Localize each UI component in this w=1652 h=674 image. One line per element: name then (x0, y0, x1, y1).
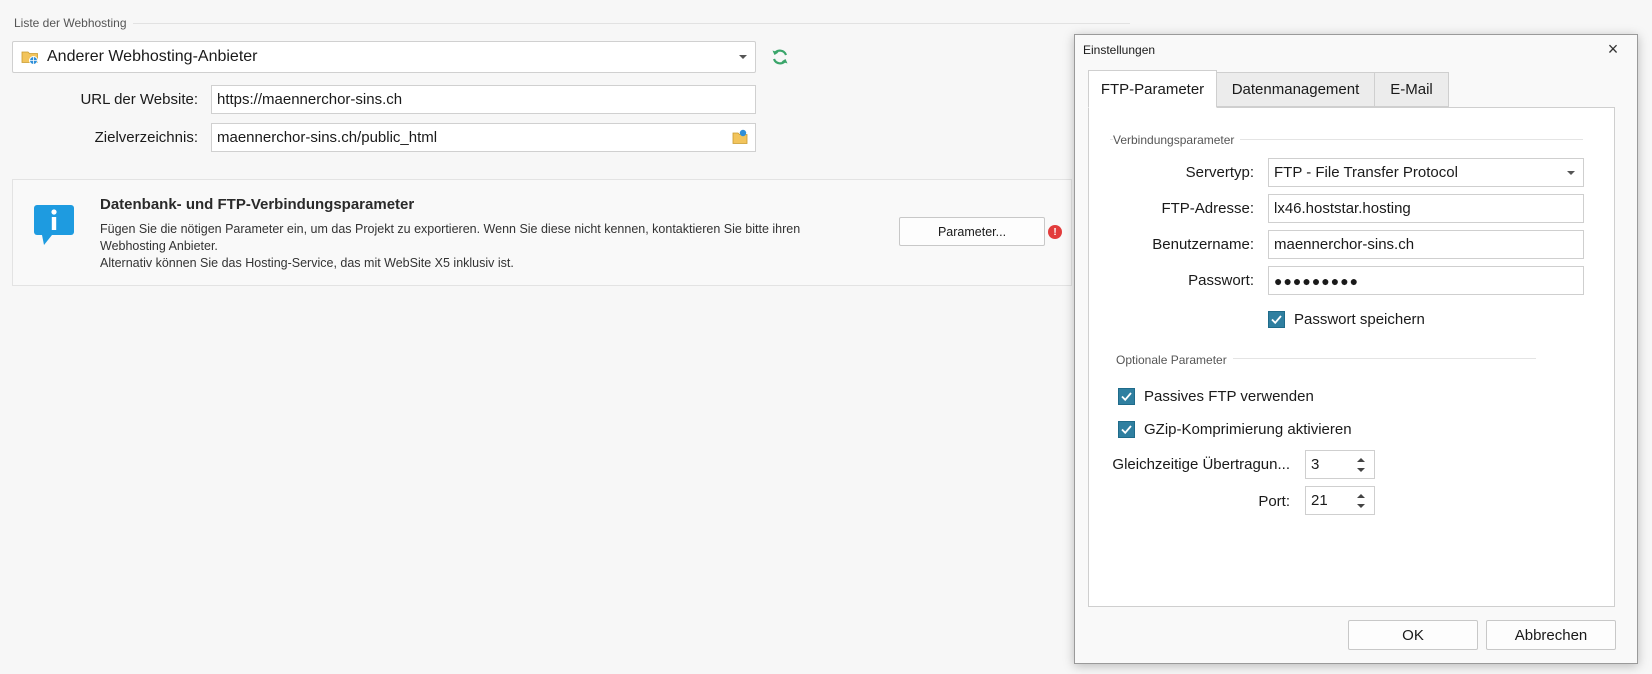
stepper-up-icon[interactable] (1357, 494, 1365, 498)
server-type-select[interactable]: FTP - File Transfer Protocol (1268, 158, 1584, 187)
password-label: Passwort: (1188, 272, 1254, 289)
group-divider (130, 23, 1130, 24)
hosting-provider-select[interactable]: Anderer Webhosting-Anbieter (12, 41, 756, 73)
ok-button[interactable]: OK (1348, 620, 1478, 650)
hosting-provider-value: Anderer Webhosting-Anbieter (47, 48, 258, 65)
info-line: Alternativ können Sie das Hosting-Servic… (100, 256, 514, 270)
chevron-down-icon (739, 55, 747, 59)
chevron-down-icon (1567, 171, 1575, 175)
ftp-address-input[interactable]: lx46.hoststar.hosting (1268, 194, 1584, 223)
target-dir-value: maennerchor-sins.ch/public_html (217, 129, 438, 146)
tab-ftp-parameter[interactable]: FTP-Parameter (1088, 70, 1217, 108)
hosting-list-title: Liste der Webhosting (14, 16, 133, 30)
info-icon (32, 203, 78, 247)
passive-ftp-checkbox[interactable] (1118, 388, 1135, 405)
simultaneous-label: Gleichzeitige Übertragun... (1112, 456, 1290, 473)
simultaneous-stepper[interactable]: 3 (1305, 450, 1375, 479)
username-input[interactable]: maennerchor-sins.ch (1268, 230, 1584, 259)
folder-web-icon (21, 48, 39, 66)
parameters-button[interactable]: Parameter... (899, 217, 1045, 246)
tab-datenmanagement[interactable]: Datenmanagement (1216, 72, 1375, 107)
tab-email[interactable]: E-Mail (1374, 72, 1449, 107)
info-title: Datenbank- und FTP-Verbindungsparameter (100, 196, 415, 213)
info-line: Fügen Sie die nötigen Parameter ein, um … (100, 222, 801, 236)
connection-section-title: Verbindungsparameter (1113, 133, 1241, 147)
url-label: URL der Website: (80, 91, 198, 108)
close-icon[interactable]: × (1604, 40, 1622, 58)
gzip-label[interactable]: GZip-Komprimierung aktivieren (1144, 421, 1352, 438)
ftp-address-label: FTP-Adresse: (1161, 200, 1254, 217)
passive-ftp-label[interactable]: Passives FTP verwenden (1144, 388, 1314, 405)
port-label: Port: (1258, 493, 1290, 510)
stepper-up-icon[interactable] (1357, 458, 1365, 462)
stepper-down-icon[interactable] (1357, 504, 1365, 508)
cancel-button[interactable]: Abbrechen (1486, 620, 1616, 650)
password-input[interactable]: ●●●●●●●●● (1268, 266, 1584, 295)
checkmark-icon (1121, 392, 1132, 402)
dialog-title: Einstellungen (1083, 43, 1156, 57)
save-password-label[interactable]: Passwort speichern (1294, 311, 1425, 328)
warning-icon: ! (1048, 225, 1062, 239)
stepper-down-icon[interactable] (1357, 468, 1365, 472)
username-label: Benutzername: (1152, 236, 1254, 253)
url-input[interactable]: https://maennerchor-sins.ch (211, 85, 756, 114)
server-type-label: Servertyp: (1185, 164, 1254, 181)
checkmark-icon (1271, 315, 1282, 325)
optional-section-title: Optionale Parameter (1116, 353, 1233, 367)
simultaneous-value: 3 (1311, 456, 1320, 473)
save-password-checkbox[interactable] (1268, 311, 1285, 328)
folder-browse-icon[interactable] (732, 129, 749, 145)
port-value: 21 (1311, 492, 1328, 509)
gzip-checkbox[interactable] (1118, 421, 1135, 438)
port-stepper[interactable]: 21 (1305, 486, 1375, 515)
refresh-icon[interactable] (770, 47, 790, 67)
checkmark-icon (1121, 425, 1132, 435)
target-dir-label: Zielverzeichnis: (94, 129, 198, 146)
target-dir-input[interactable]: maennerchor-sins.ch/public_html (211, 123, 756, 152)
info-line: Webhosting Anbieter. (100, 239, 218, 253)
server-type-value: FTP - File Transfer Protocol (1274, 164, 1458, 181)
info-description: Fügen Sie die nötigen Parameter ein, um … (100, 221, 860, 272)
